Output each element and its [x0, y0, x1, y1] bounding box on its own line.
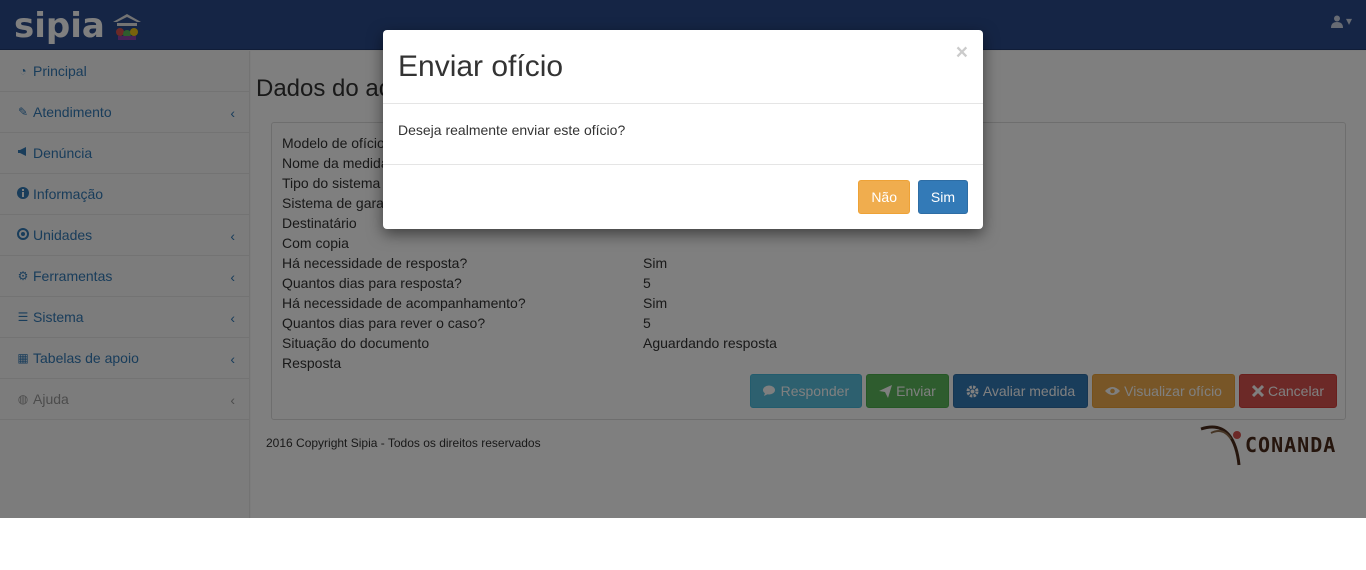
modal-message: Deseja realmente enviar este ofício? [398, 122, 626, 138]
sim-button[interactable]: Sim [917, 180, 968, 214]
page-bottom [0, 518, 1366, 570]
modal-title: Enviar ofício [398, 50, 564, 83]
modal-footer: Não Sim [383, 165, 983, 229]
modal-body: Deseja realmente enviar este ofício? [383, 104, 983, 165]
close-icon[interactable]: × [956, 42, 968, 63]
confirm-modal: Enviar ofício × Deseja realmente enviar … [383, 30, 983, 229]
nao-button[interactable]: Não [858, 180, 910, 214]
modal-header: Enviar ofício × [383, 30, 983, 104]
